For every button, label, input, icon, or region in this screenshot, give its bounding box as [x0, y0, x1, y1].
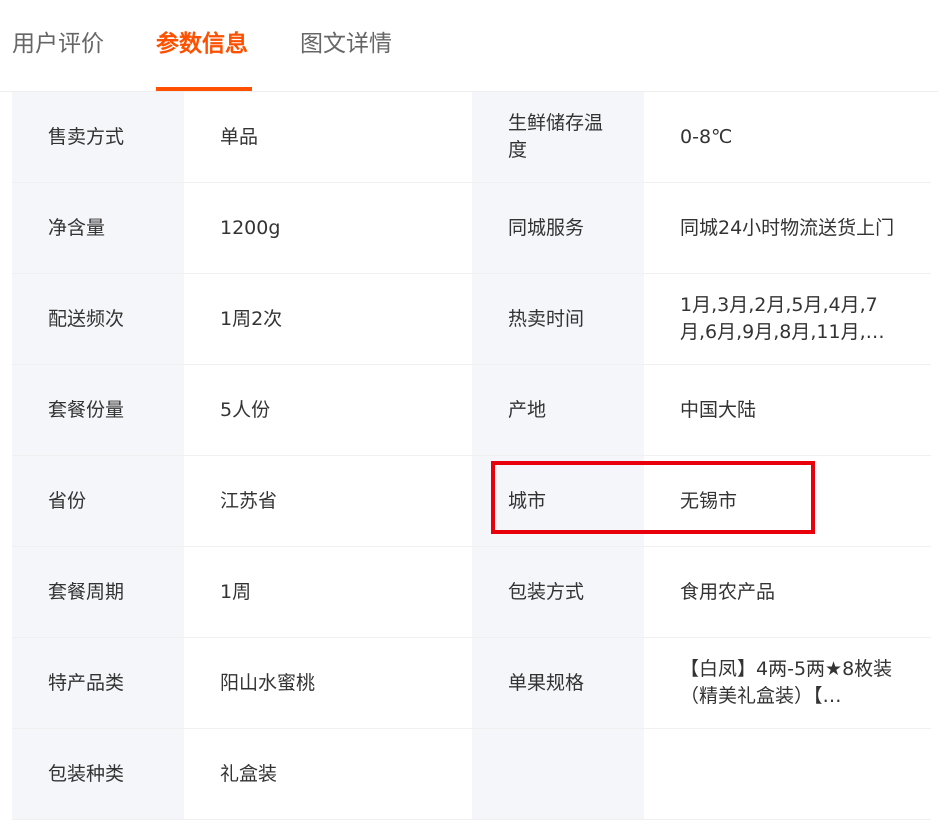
param-key: 包装种类 — [48, 762, 125, 785]
param-value: 礼盒装 — [220, 762, 278, 785]
param-key: 单果规格 — [508, 671, 585, 694]
param-value: 5人份 — [220, 398, 271, 421]
table-row: 售卖方式 单品 生鲜储存温度 0-8℃ — [12, 92, 931, 183]
table-row: 套餐周期 1周 包装方式 食用农产品 — [12, 546, 931, 638]
param-key: 套餐份量 — [48, 398, 125, 421]
active-tab-indicator — [156, 87, 252, 91]
param-key: 热卖时间 — [508, 307, 585, 330]
tab-user-reviews[interactable]: 用户评价 — [12, 28, 104, 60]
tab-bar: 用户评价 参数信息 图文详情 — [0, 0, 938, 92]
param-key: 配送频次 — [48, 307, 125, 330]
table-row: 配送频次 1周2次 热卖时间 1月,3月,2月,5月,4月,7月,6月,9月,8… — [12, 273, 931, 365]
param-key: 净含量 — [48, 216, 106, 239]
param-value: 同城24小时物流送货上门 — [680, 216, 895, 239]
param-value: 1月,3月,2月,5月,4月,7月,6月,9月,8月,11月,… — [680, 294, 885, 343]
param-key: 特产品类 — [48, 671, 125, 694]
param-value: 江苏省 — [220, 489, 278, 512]
tab-parameters[interactable]: 参数信息 — [156, 28, 248, 60]
param-value: 单品 — [220, 125, 259, 148]
param-key-city: 城市 — [508, 489, 547, 512]
param-key: 生鲜储存温度 — [508, 112, 604, 161]
table-row: 特产品类 阳山水蜜桃 单果规格 【白凤】4两-5两★8枚装（精美礼盒装）【… — [12, 637, 931, 729]
param-value: 食用农产品 — [680, 580, 776, 603]
param-key: 包装方式 — [508, 580, 585, 603]
param-key: 套餐周期 — [48, 580, 125, 603]
table-row: 省份 江苏省 城市 无锡市 — [12, 455, 931, 547]
param-value: 阳山水蜜桃 — [220, 671, 316, 694]
param-key: 省份 — [48, 489, 87, 512]
param-value: 中国大陆 — [680, 398, 757, 421]
table-row: 包装种类 礼盒装 — [12, 728, 931, 820]
table-row: 净含量 1200g 同城服务 同城24小时物流送货上门 — [12, 182, 931, 274]
param-value: 1周2次 — [220, 307, 283, 330]
param-value: 0-8℃ — [680, 125, 733, 148]
param-key: 产地 — [508, 398, 547, 421]
param-value-city: 无锡市 — [680, 489, 738, 512]
param-value: 1周 — [220, 580, 252, 603]
param-value: 1200g — [220, 216, 281, 239]
tab-image-details[interactable]: 图文详情 — [300, 28, 392, 60]
param-value: 【白凤】4两-5两★8枚装（精美礼盒装）【… — [680, 658, 893, 707]
param-key: 售卖方式 — [48, 125, 125, 148]
parameter-table: 售卖方式 单品 生鲜储存温度 0-8℃ 净含量 1200g 同城服务 同城24小… — [12, 92, 931, 820]
param-key: 同城服务 — [508, 216, 585, 239]
table-row: 套餐份量 5人份 产地 中国大陆 — [12, 364, 931, 456]
